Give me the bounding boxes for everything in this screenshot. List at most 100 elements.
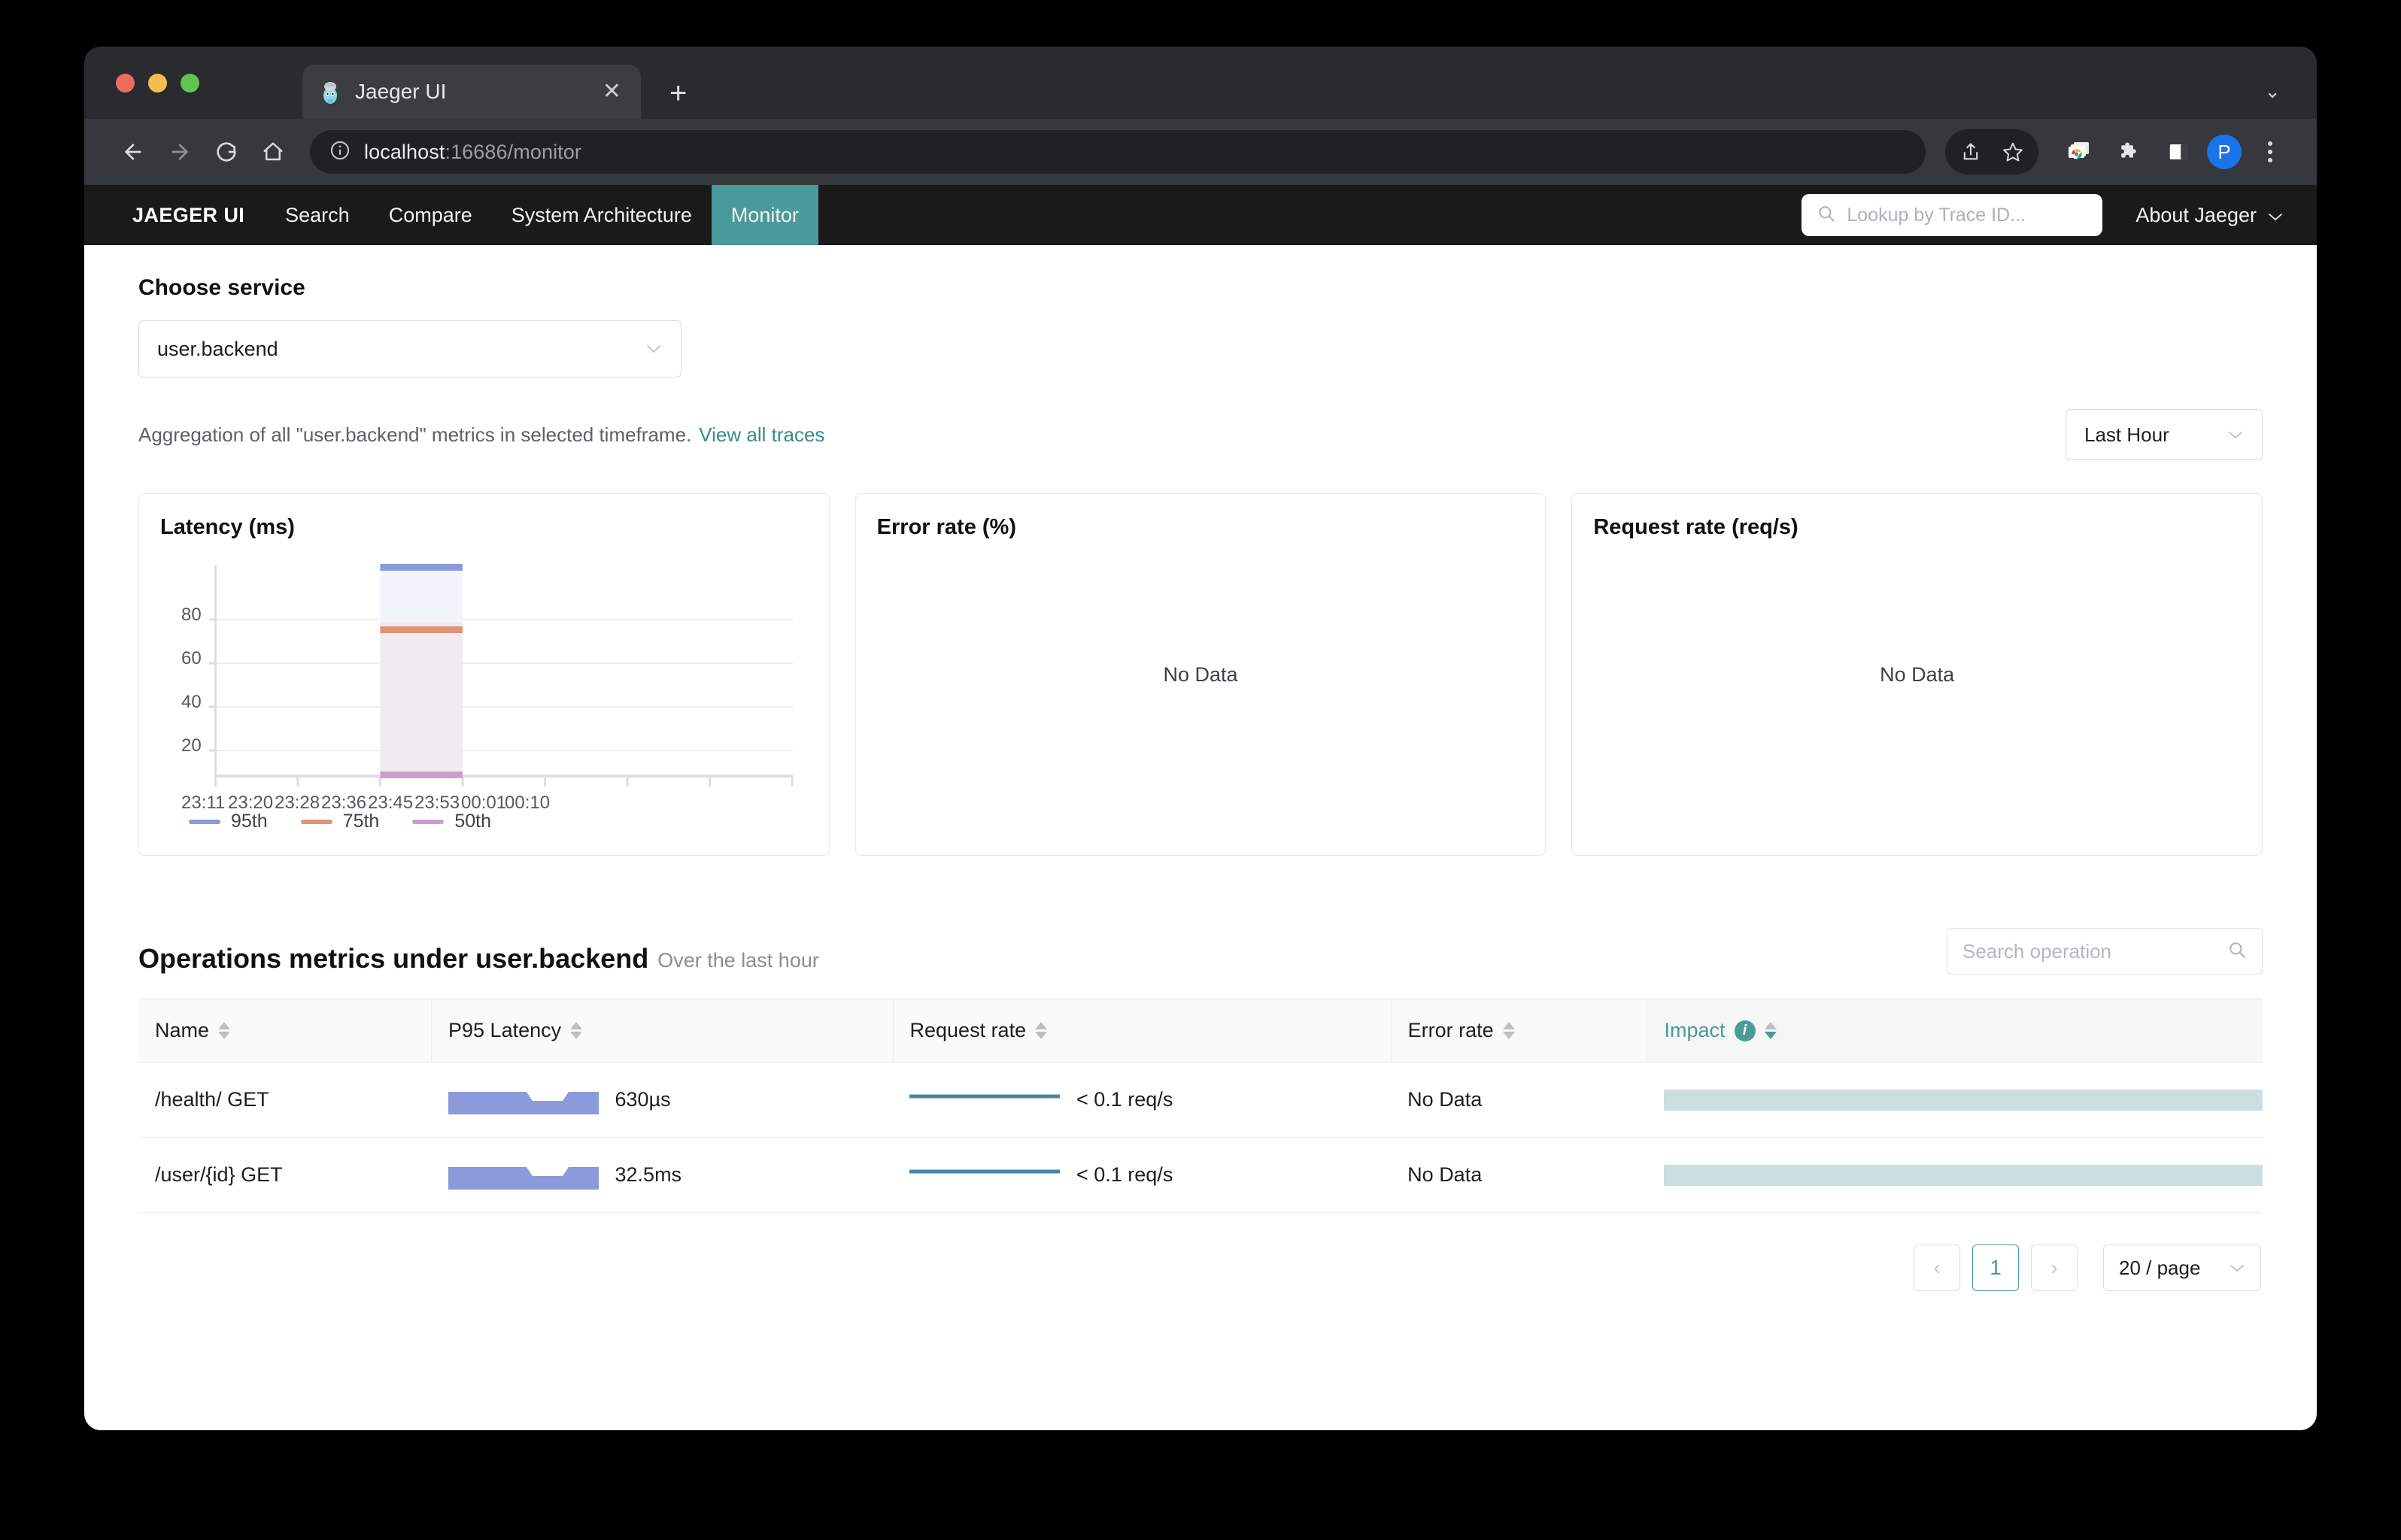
close-icon[interactable]: ✕	[598, 80, 626, 103]
toolbar-right-icons: P	[1945, 129, 2291, 174]
legend-item-50th[interactable]: 50th	[412, 811, 491, 832]
address-bar-url: localhost:16686/monitor	[364, 141, 581, 164]
page-content: JAEGER UI Search Compare System Architec…	[84, 185, 2317, 1430]
legend-swatch-50th	[412, 820, 444, 824]
kebab-menu-icon[interactable]	[2249, 131, 2291, 173]
page-size-value: 20 / page	[2119, 1257, 2200, 1280]
nav-item-monitor[interactable]: Monitor	[712, 185, 818, 245]
url-path: :16686/monitor	[445, 141, 581, 163]
sort-toggle-request-rate[interactable]	[1035, 1022, 1047, 1039]
plus-icon[interactable]: +	[669, 78, 687, 108]
legend-label-50th: 50th	[454, 811, 491, 832]
latency-chart: 80 60 40 20 23:11 23:20 23:28 23:36 23:4…	[160, 550, 808, 806]
column-header-impact[interactable]: Impact i	[1647, 999, 2263, 1063]
service-select[interactable]: user.backend	[138, 320, 681, 377]
operations-header: Operations metrics under user.backend Ov…	[138, 928, 2263, 975]
sort-toggle-impact[interactable]	[1765, 1022, 1777, 1039]
browser-tab[interactable]: Jaeger UI ✕	[302, 65, 641, 119]
cell-request-rate: < 0.1 req/s	[893, 1063, 1391, 1138]
table-row[interactable]: /user/{id} GET 32.5ms	[138, 1138, 2263, 1213]
impact-bar	[1664, 1165, 2263, 1186]
search-input[interactable]	[1847, 205, 2089, 226]
page-size-select[interactable]: 20 / page	[2103, 1244, 2261, 1291]
reload-icon[interactable]	[203, 129, 250, 175]
address-bar[interactable]: localhost:16686/monitor	[310, 130, 1926, 174]
close-window-button[interactable]	[116, 74, 135, 92]
share-bookmark-pill	[1945, 129, 2038, 174]
side-panel-icon[interactable]	[2157, 131, 2199, 173]
legend-swatch-95th	[189, 820, 220, 824]
pagination: ‹ 1 › 20 / page	[138, 1244, 2263, 1291]
legend-swatch-75th	[301, 820, 332, 824]
service-select-value: user.backend	[157, 338, 278, 361]
chevron-down-icon	[645, 338, 663, 359]
about-jaeger-menu[interactable]: About Jaeger	[2135, 185, 2317, 245]
sort-toggle-error-rate[interactable]	[1503, 1022, 1515, 1039]
column-header-name[interactable]: Name	[138, 999, 432, 1063]
operations-table: Name P95 Latency Reque	[138, 999, 2263, 1213]
chevron-left-icon[interactable]: ‹	[1914, 1244, 1960, 1291]
info-circle-icon[interactable]	[329, 140, 351, 165]
nav-item-system-architecture[interactable]: System Architecture	[492, 185, 712, 245]
legend-item-75th[interactable]: 75th	[301, 811, 380, 832]
maximize-window-button[interactable]	[181, 74, 199, 92]
jaeger-brand[interactable]: JAEGER UI	[111, 185, 266, 245]
impact-bar	[1664, 1090, 2263, 1111]
nav-item-compare[interactable]: Compare	[369, 185, 492, 245]
share-icon[interactable]	[1950, 131, 1992, 173]
p95-sparkline	[448, 1086, 599, 1114]
timerange-select[interactable]: Last Hour	[2066, 409, 2263, 460]
aggregation-text: Aggregation of all "user.backend" metric…	[138, 423, 691, 447]
column-header-request-rate[interactable]: Request rate	[893, 999, 1391, 1063]
operation-search-input[interactable]	[1962, 940, 2217, 963]
cell-name: /health/ GET	[138, 1063, 432, 1138]
info-icon[interactable]: i	[1735, 1020, 1756, 1041]
table-header-row: Name P95 Latency Reque	[138, 999, 2263, 1063]
arrow-right-icon[interactable]	[156, 129, 203, 175]
arrow-left-icon[interactable]	[110, 129, 156, 175]
sort-toggle-name[interactable]	[218, 1022, 230, 1039]
cell-name: /user/{id} GET	[138, 1138, 432, 1213]
monitor-main: Choose service user.backend Aggregation …	[84, 245, 2317, 1291]
window-traffic-lights	[116, 74, 199, 92]
nav-item-search[interactable]: Search	[266, 185, 369, 245]
p95-value: 630µs	[615, 1088, 671, 1111]
chevron-down-icon[interactable]: ⌄	[2264, 80, 2281, 103]
column-label-p95-latency: P95 Latency	[448, 1019, 561, 1042]
column-header-p95-latency[interactable]: P95 Latency	[432, 999, 893, 1063]
latency-card-title: Latency (ms)	[160, 515, 808, 540]
search-icon	[2227, 940, 2247, 963]
chevron-down-icon	[2227, 425, 2244, 444]
cell-p95-latency: 630µs	[432, 1063, 893, 1138]
trace-id-search[interactable]	[1802, 194, 2102, 236]
view-all-traces-link[interactable]: View all traces	[699, 423, 824, 447]
nav-spacer	[818, 185, 1802, 245]
home-icon[interactable]	[250, 129, 296, 175]
latency-legend: 95th 75th 50th	[160, 811, 808, 832]
cell-error-rate: No Data	[1391, 1063, 1647, 1138]
tab-title: Jaeger UI	[355, 80, 598, 104]
chevron-right-icon[interactable]: ›	[2031, 1244, 2078, 1291]
latency-chart-svg	[160, 550, 808, 806]
cell-error-rate: No Data	[1391, 1138, 1647, 1213]
puzzle-piece-icon[interactable]	[2108, 131, 2150, 173]
request-rate-card: Request rate (req/s) No Data	[1571, 493, 2263, 856]
profile-avatar[interactable]: P	[2207, 135, 2242, 169]
chrome-tab-groups-icon[interactable]	[2058, 131, 2100, 173]
sort-toggle-p95-latency[interactable]	[570, 1022, 582, 1039]
error-rate-no-data: No Data	[856, 494, 1546, 855]
table-row[interactable]: /health/ GET 630µs	[138, 1063, 2263, 1138]
cell-request-rate: < 0.1 req/s	[893, 1138, 1391, 1213]
latency-card: Latency (ms)	[138, 493, 830, 856]
star-icon[interactable]	[1992, 131, 2034, 173]
legend-item-95th[interactable]: 95th	[189, 811, 268, 832]
operations-title: Operations metrics under user.backend	[138, 943, 648, 975]
minimize-window-button[interactable]	[148, 74, 167, 92]
jaeger-gopher-icon	[317, 79, 343, 105]
operation-search[interactable]	[1947, 928, 2263, 975]
timerange-value: Last Hour	[2084, 423, 2169, 447]
column-header-error-rate[interactable]: Error rate	[1391, 999, 1647, 1063]
chevron-down-icon	[2229, 1258, 2245, 1278]
page-button-1[interactable]: 1	[1972, 1244, 2019, 1291]
request-rate-value: < 0.1 req/s	[1076, 1163, 1173, 1187]
